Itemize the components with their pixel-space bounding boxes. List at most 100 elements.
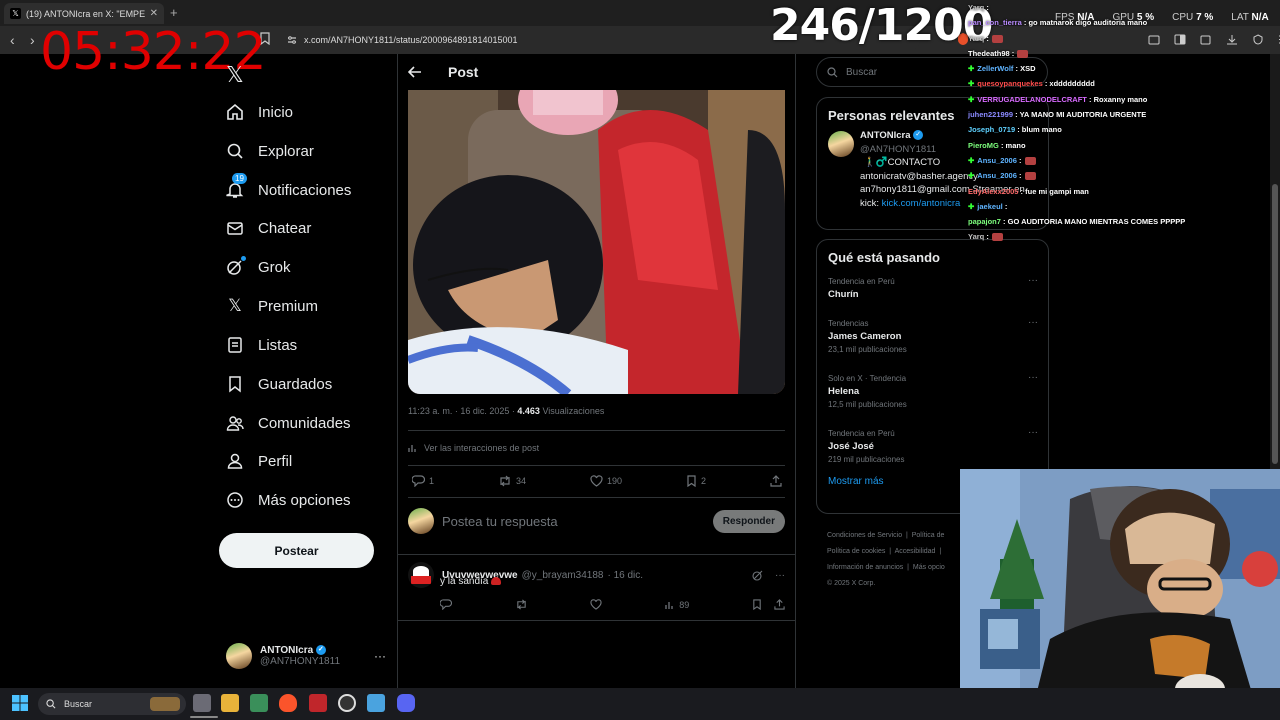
nav-item-listas[interactable]: Listas: [226, 330, 297, 360]
trend-more-icon[interactable]: ···: [1028, 317, 1038, 328]
new-tab-icon[interactable]: +: [170, 5, 178, 20]
views-action[interactable]: 89: [665, 599, 689, 610]
trend-more-icon[interactable]: ···: [1028, 275, 1038, 286]
footer-link[interactable]: Política de cookies: [827, 548, 885, 555]
brave-browser-icon[interactable]: [279, 694, 297, 712]
chat-text: : XSD: [1015, 64, 1036, 74]
divider: [398, 554, 795, 555]
trend-item[interactable]: Solo en X · Tendencia Helena 12,5 mil pu…: [817, 368, 1048, 423]
back-icon[interactable]: ‹: [10, 32, 15, 48]
trend-item[interactable]: Tendencia en Perú José José 219 mil publ…: [817, 423, 1048, 468]
chat-emote-icon: [1017, 49, 1029, 58]
trend-more-icon[interactable]: ···: [1028, 372, 1038, 383]
tab-close-icon[interactable]: ✕: [150, 8, 158, 19]
reply-date: · 16 dic.: [607, 569, 644, 581]
like-action[interactable]: [590, 599, 603, 610]
chat-message: EdyAlexx2005 : fue mi gampi man: [968, 184, 1280, 199]
trend-item[interactable]: Tendencias James Cameron 23,1 mil public…: [817, 313, 1048, 368]
post-image[interactable]: [408, 90, 785, 394]
x-logo-icon[interactable]: 𝕏: [226, 62, 244, 88]
reply-action[interactable]: 1: [412, 475, 434, 487]
chat-text: :: [1019, 155, 1022, 165]
chat-text: : GO AUDITORIA MANO MIENTRAS COMES PPPPP: [1003, 217, 1186, 227]
chat-emote-icon: [991, 233, 1003, 242]
nav-item-grok[interactable]: Grok: [226, 252, 291, 282]
chat-emote-icon: [1024, 172, 1036, 181]
nav-item-chatear[interactable]: Chatear: [226, 213, 311, 243]
forward-icon[interactable]: ›: [30, 32, 35, 48]
view-interactions-text: Ver las interacciones de post: [424, 443, 540, 453]
nav-item-inicio[interactable]: Inicio: [226, 97, 293, 127]
repost-count: 34: [515, 476, 526, 486]
back-arrow-icon[interactable]: [408, 66, 422, 78]
bookmark-action[interactable]: 2: [686, 475, 706, 487]
browser-tab[interactable]: 𝕏 (19) ANTONIcra en X: "EMPEZAM... ✕: [4, 3, 164, 24]
post-views-label: Visualizaciones: [542, 406, 605, 416]
footer-link[interactable]: Condiciones de Servicio: [827, 532, 902, 539]
nav-item-mas-opciones[interactable]: Más opciones: [226, 485, 351, 515]
nav-label: Premium: [258, 297, 319, 315]
chat-emote-icon: [1024, 156, 1036, 165]
discord-icon[interactable]: [397, 694, 415, 712]
chat-message: pan_con_tierra : go matnarok digo audito…: [968, 15, 1280, 30]
nav-item-comunidades[interactable]: Comunidades: [226, 408, 351, 438]
bookmark-icon[interactable]: [752, 599, 762, 610]
obs-app-icon[interactable]: [309, 694, 327, 712]
nav-item-guardados[interactable]: Guardados: [226, 369, 332, 399]
reply-input[interactable]: Postea tu respuesta: [442, 514, 705, 529]
post-button[interactable]: Postear: [219, 533, 374, 568]
trend-more-icon[interactable]: ···: [1028, 427, 1038, 438]
chat-username: ZellerWolf: [977, 64, 1014, 74]
nav-item-explorar[interactable]: Explorar: [226, 136, 314, 166]
chat-text: :: [1004, 201, 1008, 211]
trend-item[interactable]: Tendencia en Perú Churín ···: [817, 271, 1048, 313]
chat-message: Yarq :: [968, 229, 1280, 244]
trend-name: Churín: [828, 289, 859, 300]
chat-username: Yarq: [968, 33, 985, 43]
chat-text: :: [1011, 48, 1015, 58]
share-action[interactable]: [770, 475, 782, 487]
file-explorer-icon[interactable]: [221, 694, 239, 712]
obs-studio-icon[interactable]: [338, 694, 356, 712]
reply-action[interactable]: [440, 599, 452, 610]
account-switcher[interactable]: ANTONIcra ✓ @AN7HONY1811 ···: [226, 643, 386, 669]
notepad-icon[interactable]: [367, 694, 385, 712]
nav-item-premium[interactable]: 𝕏 Premium: [226, 291, 318, 321]
person-bio-link[interactable]: kick.com/antonicra: [882, 198, 961, 209]
footer-link[interactable]: Política de: [912, 532, 945, 539]
heart-icon: [590, 599, 603, 610]
repost-icon: [500, 475, 510, 487]
taskbar-search[interactable]: Buscar: [38, 693, 186, 715]
post-header: Post: [398, 54, 795, 90]
task-view-icon[interactable]: [193, 694, 211, 712]
site-settings-icon[interactable]: [287, 35, 297, 45]
nav-item-notificaciones[interactable]: 19 Notificaciones: [226, 173, 351, 205]
reply-button[interactable]: Responder: [712, 509, 785, 533]
more-dots-icon[interactable]: ···: [374, 649, 386, 663]
trend-context: Solo en X · Tendencia: [828, 374, 907, 383]
nav-label: Comunidades: [258, 414, 351, 432]
windows-start-icon[interactable]: [12, 695, 28, 711]
nav-label: Más opciones: [258, 491, 351, 509]
search-icon: [46, 699, 56, 709]
grok-analyze-icon[interactable]: [752, 570, 763, 581]
post-time: 11:23 a. m. · 16 dic. 2025 ·: [408, 406, 518, 416]
repost-action[interactable]: [515, 599, 528, 610]
chat-text: : Roxanny mano: [1088, 94, 1148, 104]
reply-tweet[interactable]: Uvuvwevwevwe @y_brayam34188 · 16 dic. ··…: [408, 562, 785, 588]
store-icon[interactable]: [250, 694, 268, 712]
view-interactions-link[interactable]: Ver las interacciones de post: [408, 443, 539, 453]
reply-bookmark-share: [752, 599, 785, 610]
like-action[interactable]: 190: [590, 475, 622, 487]
sub-badge-icon: ✚: [968, 201, 975, 211]
sub-badge-icon: ✚: [968, 64, 975, 74]
nav-item-perfil[interactable]: Perfil: [226, 446, 292, 476]
reply-more-icon[interactable]: ···: [775, 570, 785, 581]
trend-count: 12,5 mil publicaciones: [828, 400, 907, 409]
repost-action[interactable]: 34: [498, 475, 526, 487]
footer-link[interactable]: Accesibilidad: [895, 548, 936, 555]
share-icon[interactable]: [774, 599, 785, 610]
footer-link[interactable]: Más opcio: [913, 564, 945, 571]
mail-icon: [226, 219, 244, 237]
footer-link[interactable]: Información de anuncios: [827, 564, 903, 571]
